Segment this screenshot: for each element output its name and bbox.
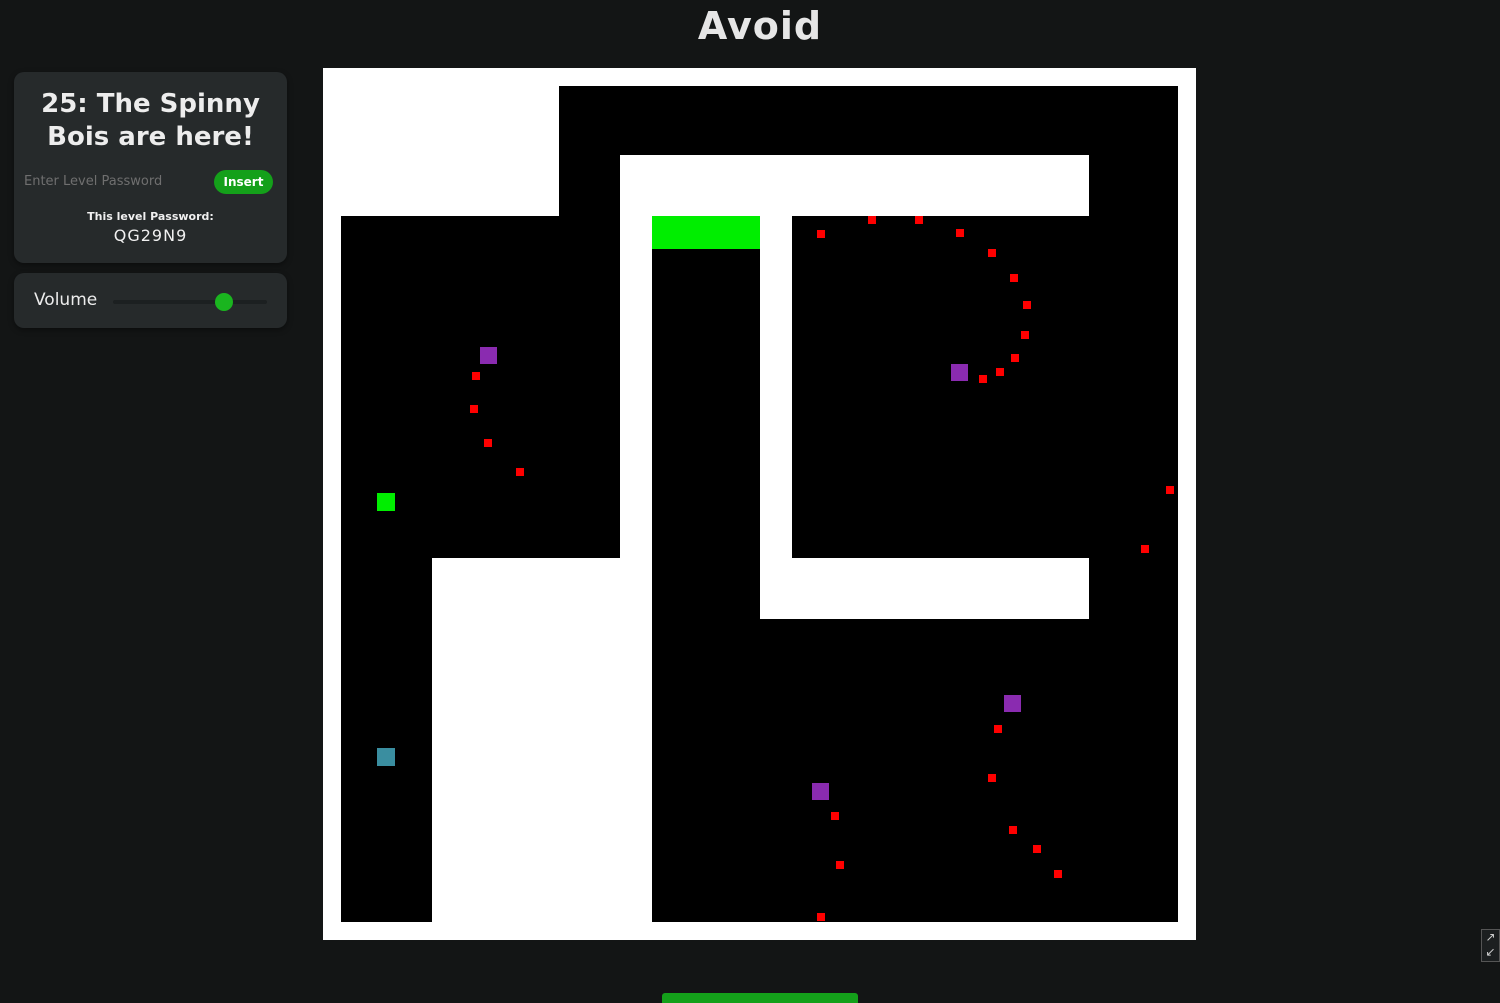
- enemy-dot: [1033, 845, 1041, 853]
- volume-slider-thumb[interactable]: [214, 293, 233, 311]
- volume-label: Volume: [34, 290, 98, 310]
- player-square: [377, 493, 395, 511]
- wall-left-column: [341, 216, 432, 922]
- spinner-center: [951, 364, 968, 381]
- enemy-dot: [868, 216, 876, 224]
- wall-top-connector: [559, 86, 620, 216]
- enemy-dot: [831, 812, 839, 820]
- goal-zone: [652, 216, 760, 249]
- volume-slider-track[interactable]: [113, 300, 267, 304]
- enemy-dot: [472, 372, 480, 380]
- enemy-dot: [956, 229, 964, 237]
- spinner-center: [812, 783, 829, 800]
- enemy-dot: [1054, 870, 1062, 878]
- walls: [341, 86, 1178, 922]
- enemy-dot: [988, 774, 996, 782]
- game-canvas: [341, 86, 1178, 922]
- wall-bottom-right-room: [652, 619, 1178, 922]
- enemy-dot: [817, 230, 825, 238]
- enemy-dot: [979, 375, 987, 383]
- enemy-dot: [1166, 486, 1174, 494]
- wall-inner-right-room: [792, 216, 1089, 558]
- spinner-center: [1004, 695, 1021, 712]
- wall-top-band: [559, 86, 1178, 155]
- level-password-input[interactable]: [24, 170, 194, 192]
- game-board[interactable]: [323, 68, 1196, 940]
- checkpoint-square: [377, 748, 395, 766]
- game-title: Avoid: [697, 4, 823, 48]
- enemy-dot: [817, 913, 825, 921]
- this-level-password-caption: This level Password:: [87, 210, 214, 223]
- enemy-dot: [1010, 274, 1018, 282]
- enemy-dot: [484, 439, 492, 447]
- enemy-dot: [1141, 545, 1149, 553]
- enemy-dot: [516, 468, 524, 476]
- enemy-dot: [994, 725, 1002, 733]
- volume-panel: Volume: [14, 273, 287, 328]
- enemy-dot: [470, 405, 478, 413]
- enemy-dot: [1011, 354, 1019, 362]
- spinner-center: [480, 347, 497, 364]
- enemy-dot: [996, 368, 1004, 376]
- enemy-dot: [1009, 826, 1017, 834]
- enemy-dot: [988, 249, 996, 257]
- level-name: 25: The Spinny Bois are here!: [41, 89, 260, 152]
- bottom-action-button[interactable]: [662, 993, 858, 1003]
- expand-icon[interactable]: ↗ ↙: [1481, 929, 1500, 962]
- insert-password-button[interactable]: Insert: [214, 170, 273, 194]
- enemy-dot: [836, 861, 844, 869]
- this-level-password: QG29N9: [113, 226, 188, 245]
- enemy-dot: [915, 216, 923, 224]
- enemy-dot: [1021, 331, 1029, 339]
- enemy-dot: [1023, 301, 1031, 309]
